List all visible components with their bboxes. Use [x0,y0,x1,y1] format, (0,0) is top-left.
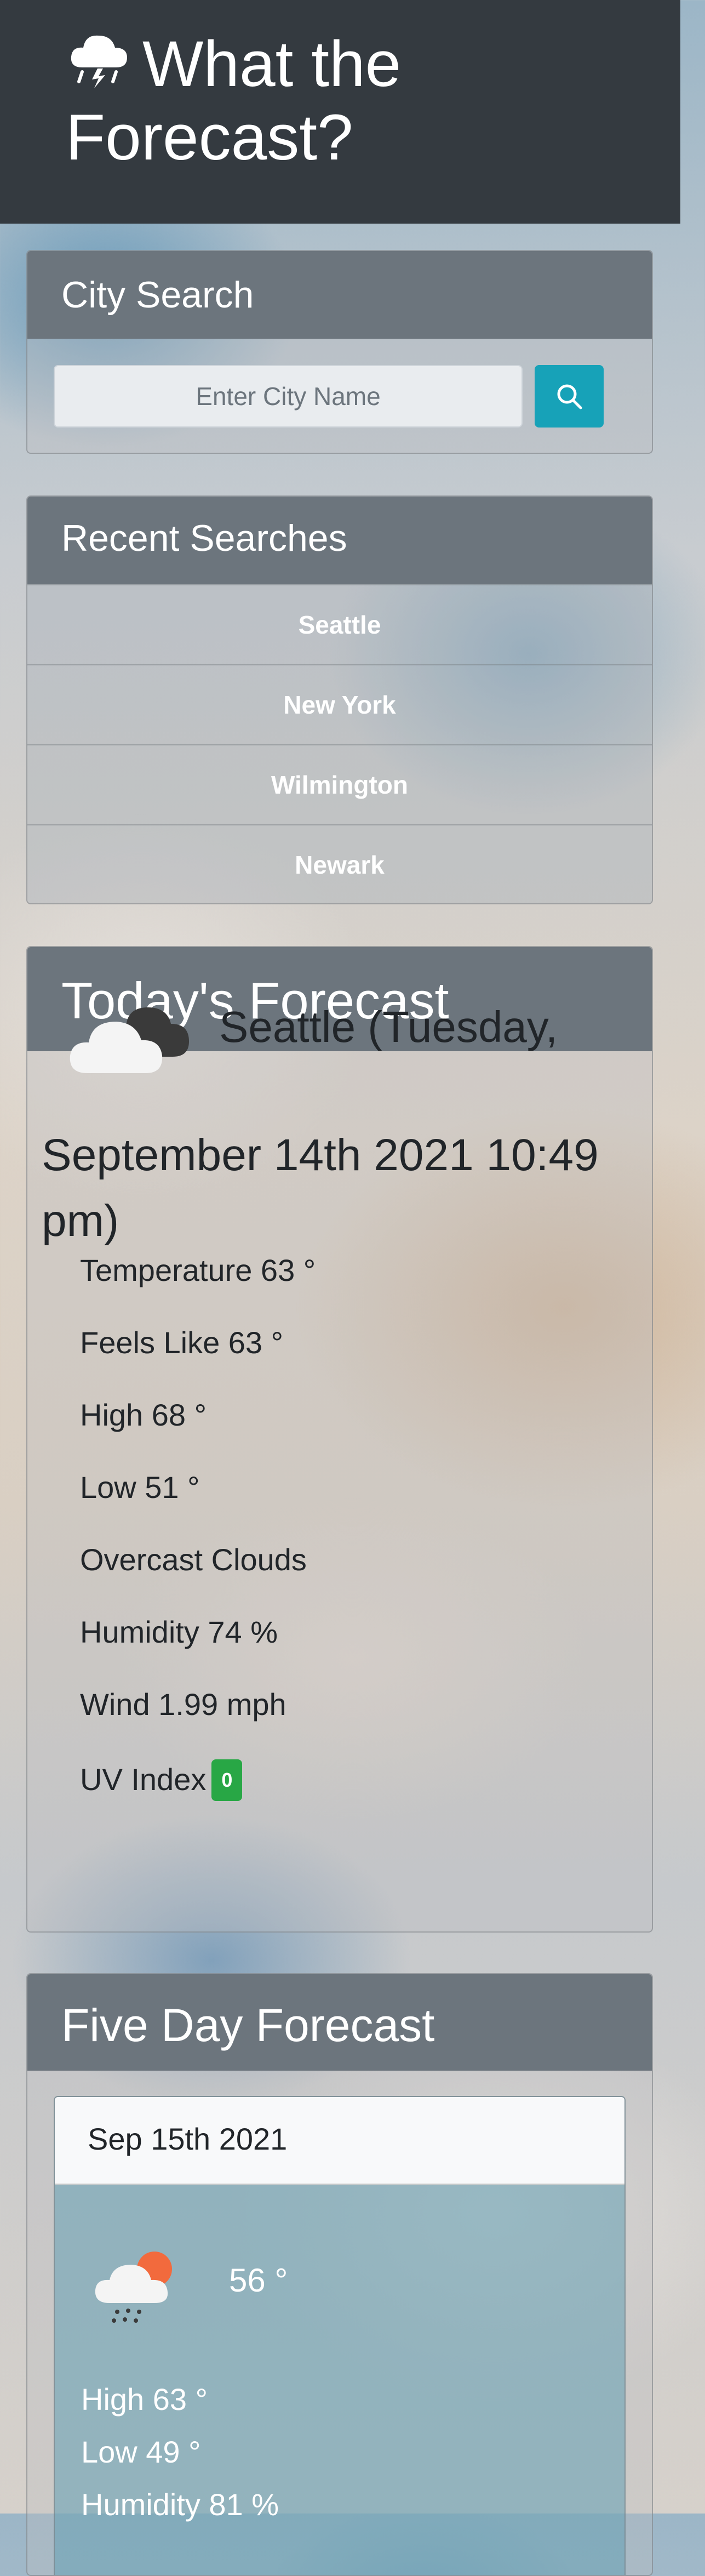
overcast-clouds-icon [70,1007,189,1073]
uv-index: UV Index 0 [80,1759,316,1832]
recent-search-item[interactable]: New York [27,664,652,744]
conditions: Overcast Clouds [80,1542,307,1577]
today-date: September 14th 2021 10:49 pm) [42,1130,599,1246]
humidity: Humidity 74 % [80,1615,278,1649]
five-day-forecast-header: Five Day Forecast [27,1974,652,2071]
feels-like: Feels Like 63 ° [80,1325,284,1360]
recent-searches-title: Recent Searches [61,517,347,559]
five-day-forecast-card: Five Day Forecast Sep 15th 2021 56 ° Hig… [26,1973,653,2576]
site-header: What the Forecast? [0,0,680,224]
recent-search-item[interactable]: Newark [27,824,652,903]
forecast-day-date: Sep 15th 2021 [55,2097,624,2185]
five-day-forecast-title: Five Day Forecast [61,1999,435,2051]
recent-searches-header: Recent Searches [27,497,652,584]
search-row [54,365,628,428]
forecast-day-humidity: Humidity 81 % [81,2487,279,2522]
recent-search-item[interactable]: Wilmington [27,744,652,824]
city-search-card: City Search [26,250,653,454]
uv-index-label: UV Index [80,1762,207,1797]
low-temp: Low 51 ° [80,1470,200,1504]
today-stats: Temperature 63 ° Feels Like 63 ° High 68… [80,1253,316,1832]
todays-forecast-card: Today's Forecast Seattle (Tuesday, Septe… [26,946,653,1933]
search-icon [557,384,582,409]
uv-index-badge: 0 [211,1759,243,1801]
forecast-day-low: Low 49 ° [81,2435,201,2469]
city-search-title: City Search [61,274,254,316]
city-search-header: City Search [27,251,652,339]
today-city: Seattle (Tuesday, [219,1002,558,1051]
high-temp: High 68 ° [80,1398,207,1432]
search-button[interactable] [535,365,604,428]
storm-cloud-icon [66,29,131,89]
forecast-day-card: Sep 15th 2021 56 ° High 63 ° Low 49 ° Hu… [54,2096,626,2575]
sun-cloud-rain-icon [95,2252,172,2323]
recent-search-item[interactable]: Seattle [27,584,652,664]
forecast-day-high: High 63 ° [81,2382,208,2417]
wind: Wind 1.99 mph [80,1687,286,1722]
site-title: What the Forecast? [66,27,680,174]
recent-searches-card: Recent Searches Seattle New York Wilming… [26,495,653,904]
forecast-day-stats: High 63 ° Low 49 ° Humidity 81 % [81,2382,279,2540]
forecast-day-temp: 56 ° [229,2262,288,2299]
city-search-input[interactable] [54,365,523,428]
temperature: Temperature 63 ° [80,1253,316,1287]
